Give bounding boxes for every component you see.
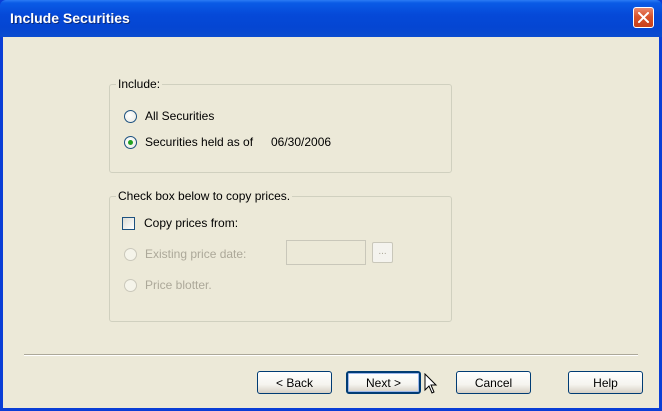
price-blotter-label[interactable]: Price blotter. xyxy=(145,278,212,292)
existing-price-date-label[interactable]: Existing price date: xyxy=(145,247,246,261)
mouse-cursor-icon xyxy=(424,373,438,394)
copy-prices-label[interactable]: Copy prices from: xyxy=(144,216,238,230)
browse-date-button[interactable]: ... xyxy=(372,242,393,263)
existing-price-date-radio[interactable] xyxy=(124,248,137,261)
copy-prices-checkbox[interactable] xyxy=(122,217,135,230)
securities-held-radio[interactable] xyxy=(124,136,137,149)
held-as-of-date: 06/30/2006 xyxy=(271,135,332,149)
title-bar[interactable]: Include Securities xyxy=(0,0,662,37)
existing-price-date-input[interactable] xyxy=(286,240,366,265)
include-group: Include: xyxy=(109,77,452,173)
back-button[interactable]: < Back xyxy=(257,371,332,394)
close-icon xyxy=(638,12,649,23)
next-button[interactable]: Next > xyxy=(346,371,421,394)
copy-prices-group-legend: Check box below to copy prices. xyxy=(116,189,293,203)
include-group-legend: Include: xyxy=(116,77,163,91)
all-securities-radio[interactable] xyxy=(124,110,137,123)
all-securities-label[interactable]: All Securities xyxy=(145,109,214,123)
price-blotter-radio[interactable] xyxy=(124,279,137,292)
dialog-window: Include Securities Include: All Securiti… xyxy=(0,0,662,411)
button-separator xyxy=(24,354,638,356)
dialog-body: Include: All Securities Securities held … xyxy=(3,37,659,408)
window-title: Include Securities xyxy=(10,10,130,26)
radio-selected-dot xyxy=(128,140,133,145)
securities-held-label[interactable]: Securities held as of xyxy=(145,135,253,149)
close-button[interactable] xyxy=(633,7,654,28)
cancel-button[interactable]: Cancel xyxy=(456,371,531,394)
help-button[interactable]: Help xyxy=(568,371,643,394)
